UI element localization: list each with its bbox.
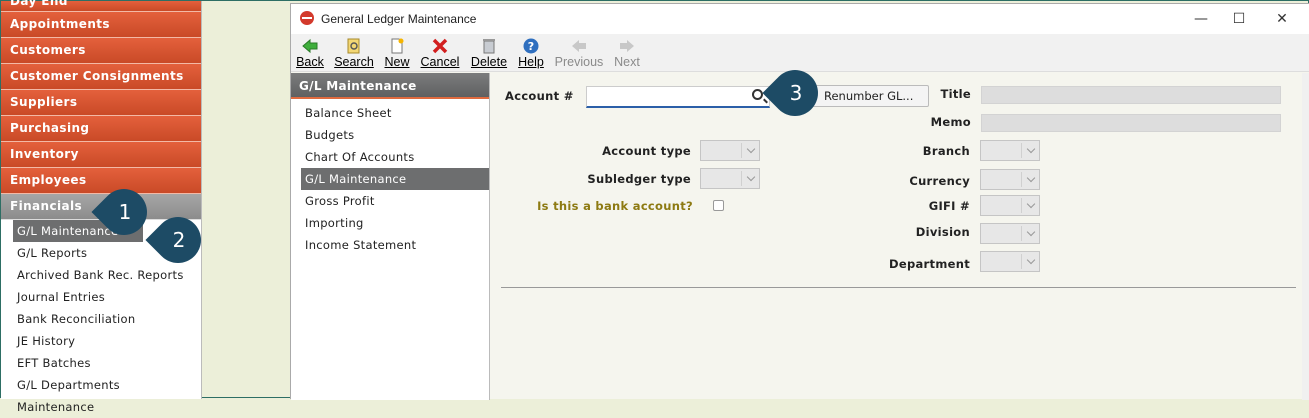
nav-category-customers[interactable]: Customers xyxy=(1,38,201,64)
previous-arrow-icon xyxy=(572,40,586,52)
nav-category-day-end[interactable]: Day End xyxy=(1,0,201,12)
division-label: Division xyxy=(915,225,970,239)
account-number-input[interactable] xyxy=(586,86,770,108)
currency-label: Currency xyxy=(909,174,970,188)
account-type-label: Account type xyxy=(602,144,691,158)
form-divider xyxy=(501,287,1296,288)
branch-label: Branch xyxy=(922,144,970,158)
next-arrow-icon xyxy=(620,40,634,52)
next-button[interactable]: Next xyxy=(613,37,641,69)
gl-form: Account # Renumber GL... Account type Su… xyxy=(491,73,1309,400)
nav-category-suppliers[interactable]: Suppliers xyxy=(1,90,201,116)
department-label: Department xyxy=(889,257,970,271)
toolbar: Back Search New Cancel Delete ? Help Pre… xyxy=(291,34,1309,72)
nav-category-inventory[interactable]: Inventory xyxy=(1,142,201,168)
renumber-gl-button[interactable]: Renumber GL... xyxy=(801,85,929,107)
memo-label: Memo xyxy=(930,115,971,129)
close-button[interactable]: ✕ xyxy=(1267,9,1297,29)
window-title: General Ledger Maintenance xyxy=(321,12,477,26)
memo-field[interactable] xyxy=(981,114,1281,132)
svg-text:?: ? xyxy=(528,40,534,53)
gl-item-balance-sheet[interactable]: Balance Sheet xyxy=(291,102,489,124)
gl-item-budgets[interactable]: Budgets xyxy=(291,124,489,146)
previous-button[interactable]: Previous xyxy=(553,37,605,69)
division-select[interactable] xyxy=(980,223,1040,244)
currency-select[interactable] xyxy=(980,169,1040,190)
new-document-icon xyxy=(391,38,404,54)
gl-item-chart-of-accounts[interactable]: Chart Of Accounts xyxy=(291,146,489,168)
gl-item-income-statement[interactable]: Income Statement xyxy=(291,234,489,256)
nav-category-appointments[interactable]: Appointments xyxy=(1,12,201,38)
trash-icon xyxy=(483,39,495,54)
maximize-button[interactable]: ☐ xyxy=(1224,9,1254,29)
nav-item-journal-entries[interactable]: Journal Entries xyxy=(1,286,201,308)
scrollbar[interactable] xyxy=(1302,73,1309,400)
new-button[interactable]: New xyxy=(383,37,411,69)
callout-number-1: 1 xyxy=(118,200,132,224)
gifi-label: GIFI # xyxy=(928,199,970,213)
account-type-select[interactable] xyxy=(700,140,760,161)
gl-side-panel: G/L Maintenance Balance Sheet Budgets Ch… xyxy=(291,73,490,400)
nav-item-bank-reconciliation[interactable]: Bank Reconciliation xyxy=(1,308,201,330)
department-select[interactable] xyxy=(980,251,1040,272)
bank-account-label: Is this a bank account? xyxy=(537,199,693,213)
bank-account-checkbox[interactable] xyxy=(713,200,724,211)
minimize-button[interactable]: — xyxy=(1186,9,1216,29)
branch-select[interactable] xyxy=(980,140,1040,161)
back-arrow-icon xyxy=(302,38,318,54)
delete-button[interactable]: Delete xyxy=(469,37,509,69)
account-label: Account # xyxy=(505,89,574,103)
nav-category-customer-consignments[interactable]: Customer Consignments xyxy=(1,64,201,90)
gl-item-gross-profit[interactable]: Gross Profit xyxy=(291,190,489,212)
search-button[interactable]: Search xyxy=(333,37,375,69)
gl-item-importing[interactable]: Importing xyxy=(291,212,489,234)
cancel-x-icon xyxy=(432,38,448,54)
subledger-type-select[interactable] xyxy=(700,168,760,189)
nav-category-employees[interactable]: Employees xyxy=(1,168,201,194)
gl-item-gl-maintenance[interactable]: G/L Maintenance xyxy=(301,168,489,190)
callout-number-2: 2 xyxy=(172,228,186,252)
cancel-button[interactable]: Cancel xyxy=(420,37,460,69)
back-button[interactable]: Back xyxy=(295,37,325,69)
search-icon[interactable] xyxy=(752,89,763,100)
gl-panel-header: G/L Maintenance xyxy=(291,73,489,99)
subledger-type-label: Subledger type xyxy=(587,172,691,186)
nav-item-eft-batches[interactable]: EFT Batches xyxy=(1,352,201,374)
gl-maintenance-window: General Ledger Maintenance — ☐ ✕ Back Se… xyxy=(290,3,1309,400)
callout-number-3: 3 xyxy=(789,81,803,105)
title-bar: General Ledger Maintenance — ☐ ✕ xyxy=(291,4,1309,34)
search-document-icon xyxy=(347,38,360,54)
nav-item-archived-bank-rec-reports[interactable]: Archived Bank Rec. Reports xyxy=(1,264,201,286)
nav-item-gl-departments-maintenance[interactable]: G/L Departments Maintenance xyxy=(1,374,201,414)
title-field[interactable] xyxy=(981,86,1281,104)
help-button[interactable]: ? Help xyxy=(517,37,545,69)
gifi-select[interactable] xyxy=(980,195,1040,216)
nav-item-je-history[interactable]: JE History xyxy=(1,330,201,352)
app-logo-icon xyxy=(300,11,314,25)
nav-category-purchasing[interactable]: Purchasing xyxy=(1,116,201,142)
title-label: Title xyxy=(940,87,971,101)
help-icon: ? xyxy=(523,38,539,54)
